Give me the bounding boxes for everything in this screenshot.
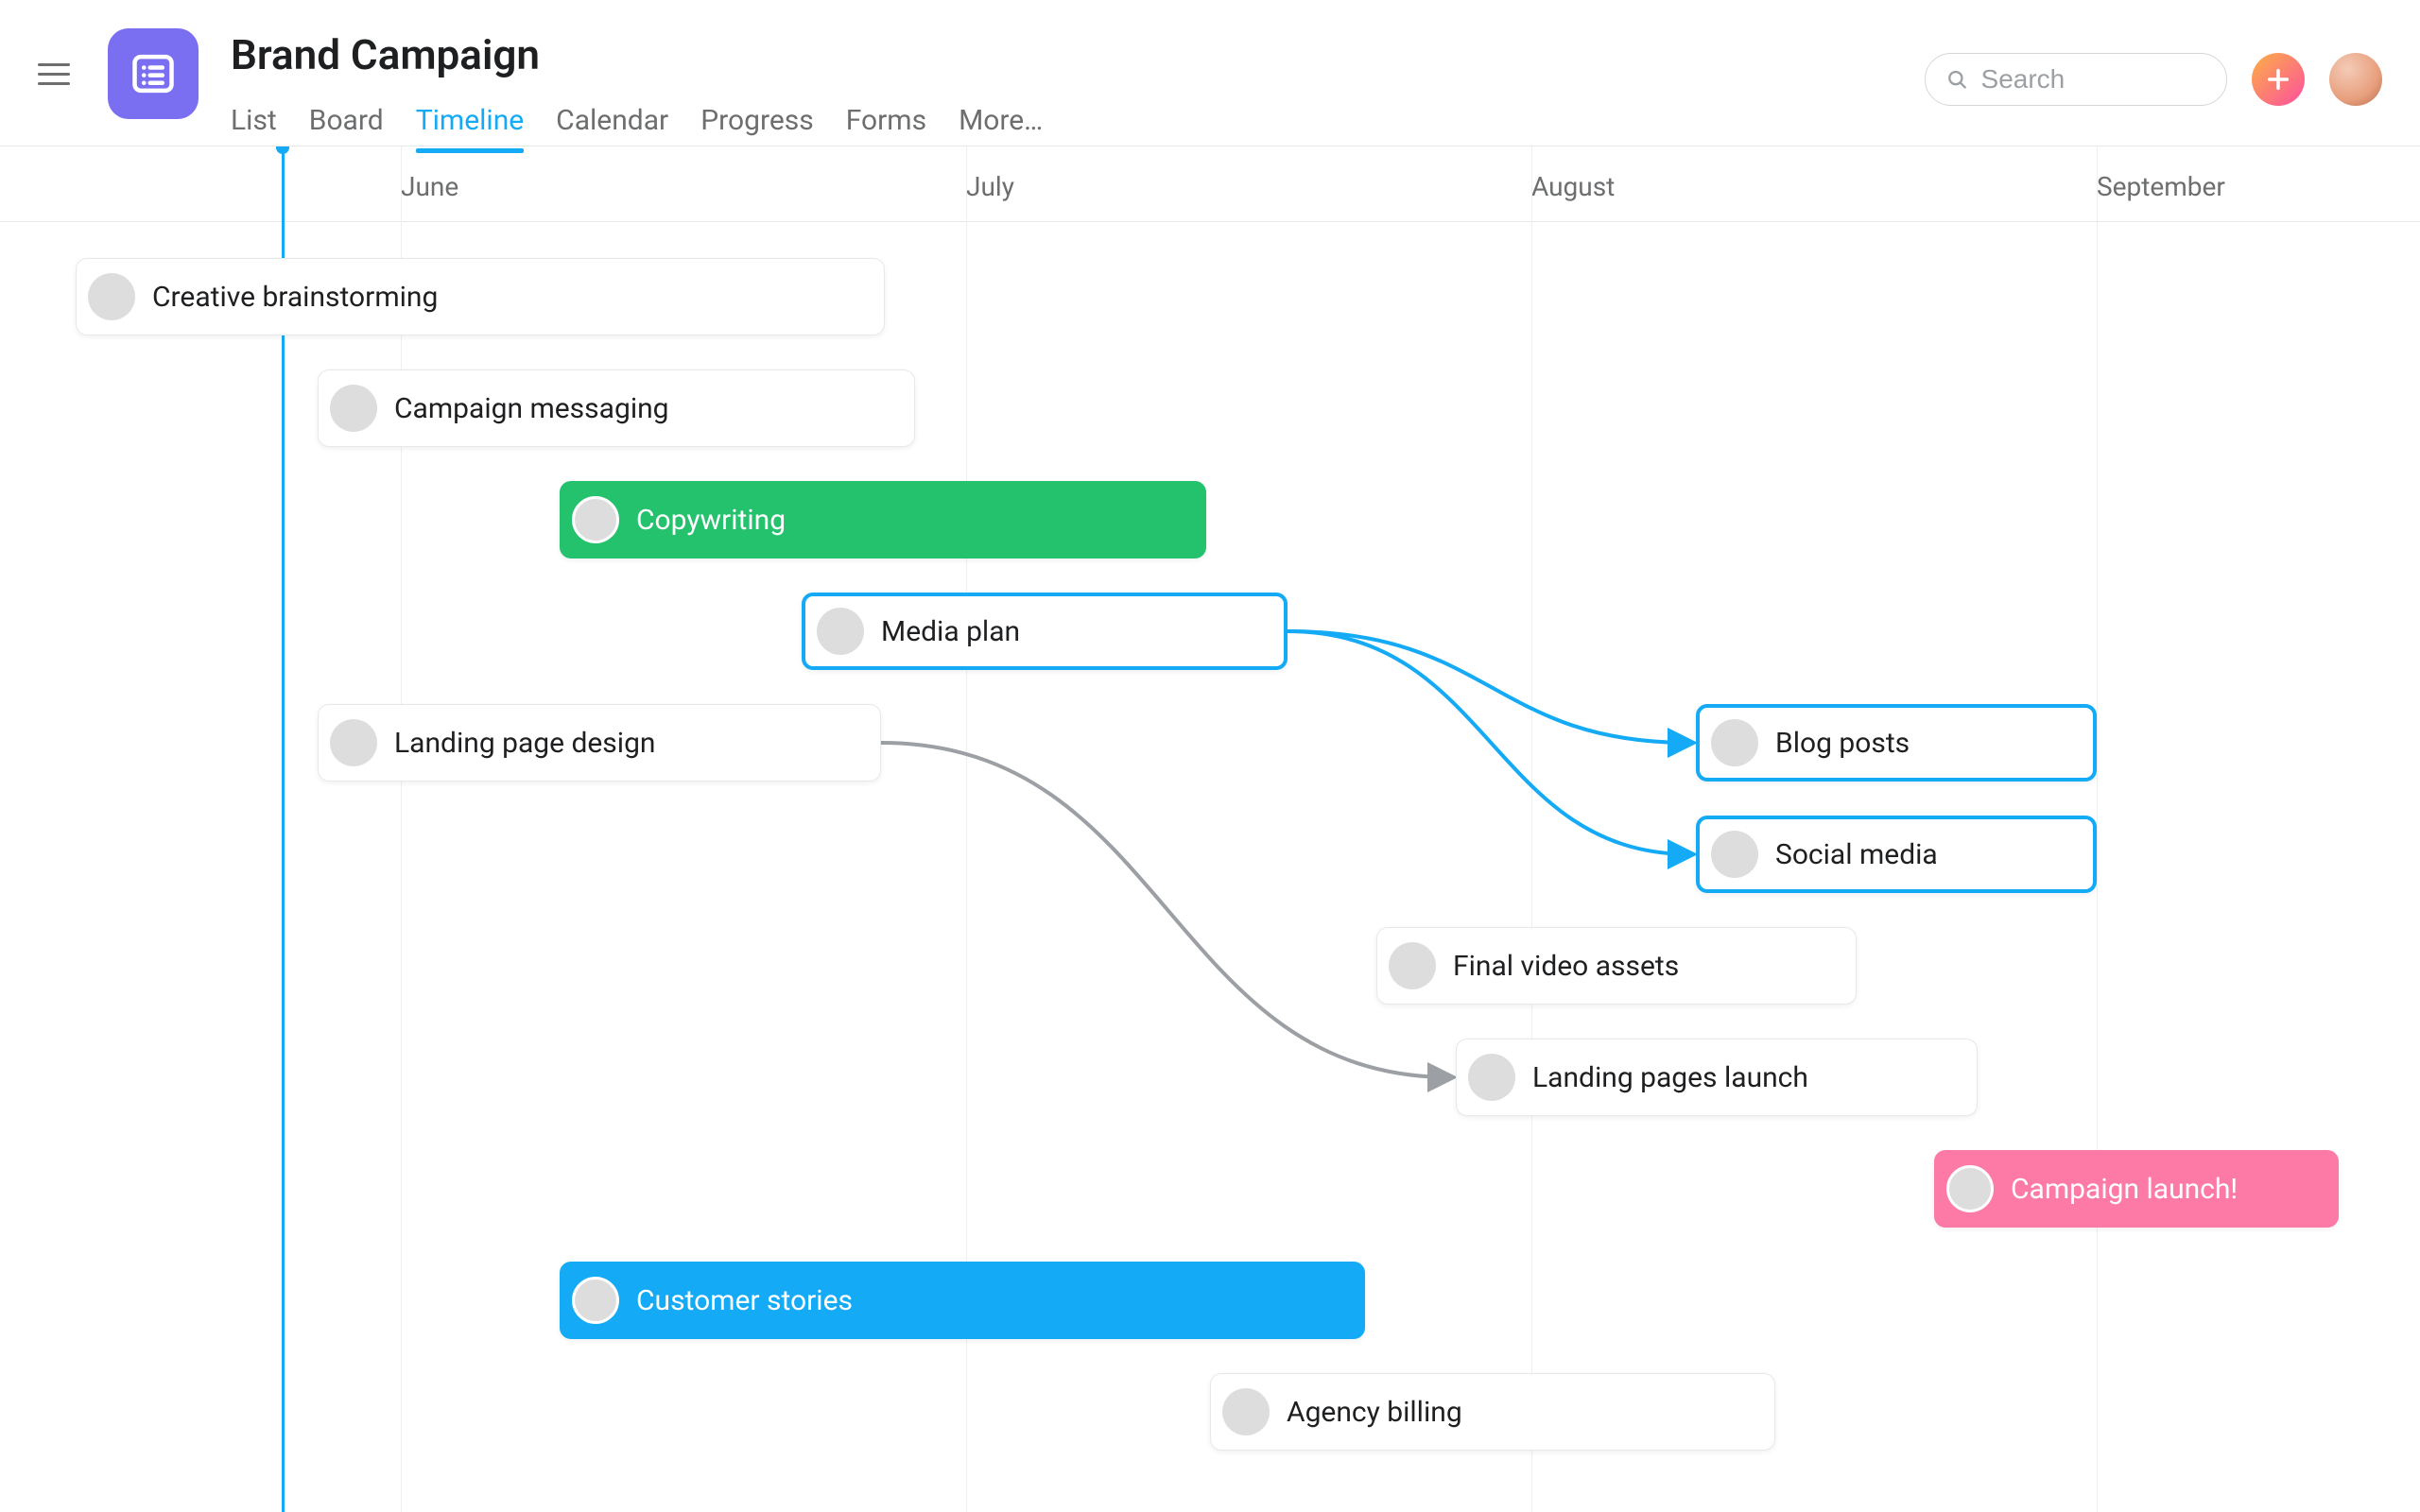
task-bar[interactable]: Final video assets xyxy=(1376,927,1857,1005)
tab-timeline[interactable]: Timeline xyxy=(416,104,524,152)
assignee-avatar xyxy=(1946,1165,1994,1212)
month-label: September xyxy=(2097,171,2225,202)
add-button[interactable] xyxy=(2252,53,2305,106)
task-label: Media plan xyxy=(881,615,1020,648)
month-label: July xyxy=(966,171,1014,202)
task-label: Campaign launch! xyxy=(2011,1173,2238,1206)
assignee-avatar xyxy=(330,385,377,432)
timeline-month-header: June July August September xyxy=(0,146,2420,222)
tab-progress[interactable]: Progress xyxy=(700,104,814,152)
project-icon xyxy=(108,28,199,119)
month-label: June xyxy=(401,171,458,202)
assignee-avatar xyxy=(1389,942,1436,989)
tab-more[interactable]: More… xyxy=(959,104,1043,152)
assignee-avatar xyxy=(1711,831,1758,878)
task-bar[interactable]: Creative brainstorming xyxy=(76,258,885,335)
task-label: Creative brainstorming xyxy=(152,281,438,314)
task-bar[interactable]: Campaign messaging xyxy=(318,369,915,447)
assignee-avatar xyxy=(817,608,864,655)
task-bar[interactable]: Social media xyxy=(1696,816,2097,893)
assignee-avatar xyxy=(1468,1054,1515,1101)
tab-list[interactable]: List xyxy=(231,104,277,152)
task-label: Landing pages launch xyxy=(1532,1061,1808,1094)
month-gridline xyxy=(1531,146,1532,1512)
assignee-avatar xyxy=(572,496,619,543)
task-bar[interactable]: Blog posts xyxy=(1696,704,2097,782)
tab-calendar[interactable]: Calendar xyxy=(556,104,668,152)
timeline-view: June July August September Creative brainst… xyxy=(0,146,2420,1512)
month-gridline xyxy=(401,146,402,1512)
assignee-avatar xyxy=(330,719,377,766)
task-bar[interactable]: Customer stories xyxy=(560,1262,1365,1339)
app-header: Brand Campaign ListBoardTimelineCalendar… xyxy=(0,0,2420,146)
task-bar[interactable]: Copywriting xyxy=(560,481,1206,558)
task-label: Campaign messaging xyxy=(394,392,669,425)
month-gridline xyxy=(2097,146,2098,1512)
search-input[interactable] xyxy=(1981,64,2205,94)
task-label: Copywriting xyxy=(636,504,786,537)
assignee-avatar xyxy=(572,1277,619,1324)
search-icon xyxy=(1946,67,1968,92)
search-box[interactable] xyxy=(1925,53,2227,106)
assignee-avatar xyxy=(1222,1388,1270,1435)
today-marker-line xyxy=(282,146,285,1512)
task-bar[interactable]: Media plan xyxy=(802,593,1288,670)
task-label: Customer stories xyxy=(636,1284,853,1317)
assignee-avatar xyxy=(1711,719,1758,766)
task-bar[interactable]: Campaign launch! xyxy=(1934,1150,2339,1228)
project-title: Brand Campaign xyxy=(231,30,1043,79)
task-bar[interactable]: Landing page design xyxy=(318,704,881,782)
plus-icon xyxy=(2265,66,2291,93)
current-user-avatar[interactable] xyxy=(2329,53,2382,106)
month-label: August xyxy=(1531,171,1615,202)
view-tabs: List Board Timeline Calendar Progress Forms Mo… xyxy=(231,104,1043,152)
timeline-task-area[interactable]: Creative brainstorming Campaign messaging… xyxy=(0,222,2420,1512)
task-label: Landing page design xyxy=(394,727,656,760)
task-label: Blog posts xyxy=(1775,727,1910,760)
task-label: Final video assets xyxy=(1453,950,1679,983)
task-label: Social media xyxy=(1775,838,1938,871)
today-marker-dot xyxy=(276,146,289,154)
tab-board[interactable]: Board xyxy=(309,104,384,152)
assignee-avatar xyxy=(88,273,135,320)
task-bar[interactable]: Agency billing xyxy=(1210,1373,1775,1451)
tab-forms[interactable]: Forms xyxy=(846,104,926,152)
task-bar[interactable]: Landing pages launch xyxy=(1456,1039,1978,1116)
task-label: Agency billing xyxy=(1287,1396,1462,1429)
menu-toggle-button[interactable] xyxy=(38,55,76,93)
